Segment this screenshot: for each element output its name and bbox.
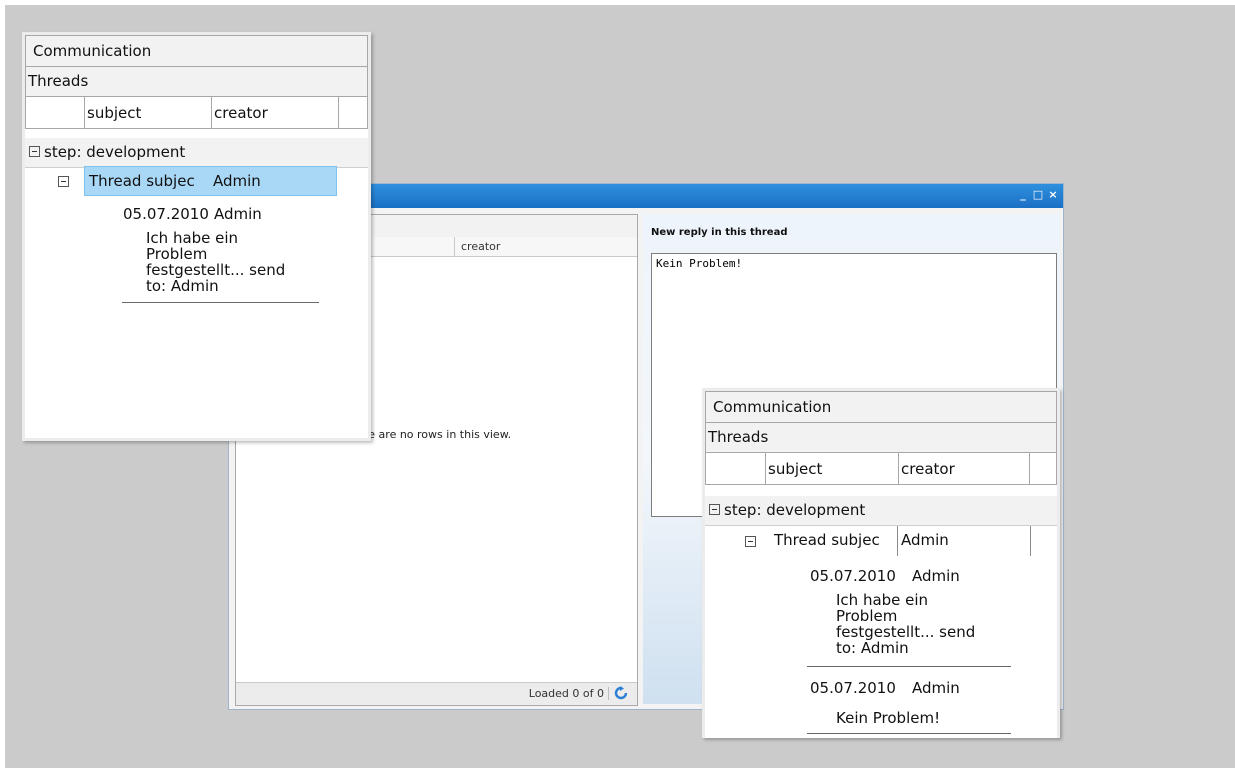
thread-creator: Admin	[901, 531, 949, 549]
step-group-row[interactable]: step: development	[705, 496, 1057, 526]
threads-section-header: Threads	[25, 67, 368, 97]
thread-subject: Thread subjec	[774, 531, 880, 549]
message-line: Kein Problem!	[836, 709, 941, 727]
message-line: Problem	[836, 607, 898, 625]
message-separator	[807, 733, 1011, 734]
message-line: to: Admin	[836, 639, 909, 657]
empty-grid-message: re are no rows in this view.	[364, 428, 512, 441]
column-header-creator[interactable]: creator	[211, 97, 338, 128]
communication-panel-right: Communication Threads subject creator st…	[702, 388, 1060, 738]
collapse-icon[interactable]	[745, 536, 756, 547]
thread-row[interactable]: Thread subjec Admin	[741, 526, 1031, 556]
threads-section-header: Threads	[705, 423, 1057, 453]
step-label: step: development	[44, 143, 186, 161]
message-author: Admin	[214, 205, 262, 223]
column-header-creator[interactable]: creator	[898, 453, 1029, 484]
message-author: Admin	[912, 567, 960, 585]
message-author: Admin	[912, 679, 960, 697]
close-icon[interactable]: ×	[1047, 187, 1059, 201]
column-header-subject[interactable]: subject	[84, 97, 211, 128]
maximize-icon[interactable]: □	[1032, 187, 1044, 201]
collapse-icon[interactable]	[58, 176, 69, 187]
column-header-spacer	[1029, 453, 1052, 484]
thread-collapse-cell	[58, 168, 73, 198]
refresh-icon[interactable]	[614, 686, 628, 700]
message-line: festgestellt... send	[836, 623, 976, 641]
thread-subject: Thread subjec	[89, 172, 195, 190]
column-header-spacer	[338, 97, 359, 128]
panel-title: Communication	[705, 391, 1057, 423]
message-date: 05.07.2010	[810, 679, 896, 697]
step-group-row[interactable]: step: development	[25, 138, 368, 168]
message-line: to: Admin	[146, 277, 219, 295]
panel-title: Communication	[25, 35, 368, 67]
thread-creator: Admin	[213, 172, 261, 190]
minimize-icon[interactable]: _	[1017, 187, 1029, 201]
message-separator	[807, 666, 1011, 667]
message-line: festgestellt... send	[146, 261, 286, 279]
communication-panel-left: Communication Threads subject creator st…	[22, 32, 371, 441]
thread-row-selected[interactable]: Thread subjec Admin	[84, 166, 337, 196]
collapse-icon[interactable]	[29, 146, 40, 157]
grid-footer: Loaded 0 of 0	[236, 682, 637, 705]
collapse-icon[interactable]	[709, 504, 720, 515]
window-controls: _ □ ×	[1017, 187, 1059, 201]
threads-column-headers: subject creator	[705, 453, 1057, 485]
threads-column-headers: subject creator	[25, 97, 368, 129]
step-label: step: development	[724, 501, 866, 519]
reply-label: New reply in this thread	[651, 227, 788, 238]
message-date: 05.07.2010	[810, 567, 896, 585]
message-separator	[122, 302, 319, 303]
message-line: Ich habe ein	[836, 591, 929, 609]
column-header-creator[interactable]: creator	[454, 237, 500, 256]
message-line: Problem	[146, 245, 208, 263]
column-header-subject[interactable]: subject	[765, 453, 896, 484]
message-line: Ich habe ein	[146, 229, 239, 247]
message-date: 05.07.2010	[123, 205, 209, 223]
loaded-count: Loaded 0 of 0	[529, 687, 609, 700]
